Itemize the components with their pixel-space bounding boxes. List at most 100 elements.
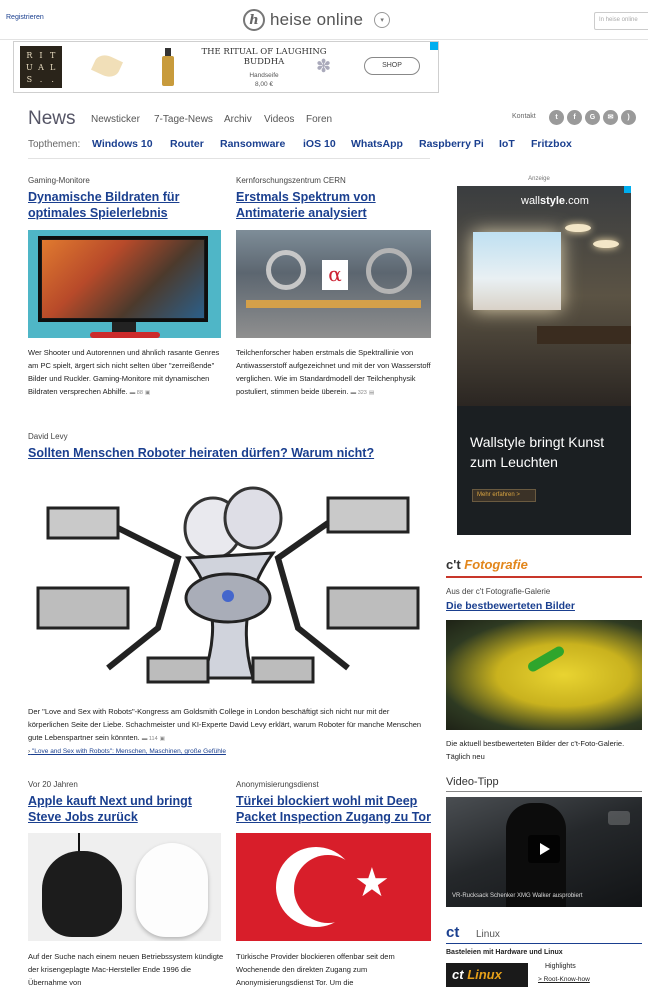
nav-newsticker[interactable]: Newsticker	[91, 114, 140, 125]
nav-7-tage-news[interactable]: 7-Tage-News	[154, 114, 213, 125]
related-link[interactable]: › "Love and Sex with Robots": Menschen, …	[28, 748, 226, 755]
badge-ct: ct	[452, 967, 464, 982]
googleplus-icon[interactable]: G	[585, 110, 600, 125]
gallery-icon: ▤	[368, 390, 375, 396]
leaf-image	[90, 51, 124, 81]
turkish-flag-image[interactable]: ★	[236, 833, 431, 941]
brand-part: .com	[565, 195, 589, 207]
ct-linux-desc: Basteleien mit Hardware und Linux	[446, 949, 563, 956]
nav-foren[interactable]: Foren	[306, 114, 332, 125]
contact-link[interactable]: Kontakt	[512, 113, 536, 120]
twitter-icon[interactable]: t	[549, 110, 564, 125]
cern-lab-image[interactable]: α	[236, 230, 431, 338]
comment-icon[interactable]: ▬	[142, 736, 149, 742]
logo-text: heise online	[270, 10, 364, 29]
topic-ransomware[interactable]: Ransomware	[220, 138, 285, 150]
topic-windows-10[interactable]: Windows 10	[92, 138, 153, 150]
highlights-label: Highlights	[545, 963, 576, 970]
plant-icon: ✽	[316, 56, 332, 76]
comment-count[interactable]: 114	[149, 736, 158, 742]
ct-foto-text: Die aktuell bestbewerteten Bilder der c'…	[446, 739, 625, 761]
robots-image[interactable]	[28, 468, 430, 698]
mouse-image[interactable]	[28, 833, 221, 941]
gaming-monitor-image[interactable]	[28, 230, 221, 338]
shop-button[interactable]: SHOP	[364, 57, 420, 75]
topic-ios-10[interactable]: iOS 10	[303, 138, 336, 150]
article-teaser: Teilchenforscher haben erstmals die Spek…	[236, 346, 432, 400]
ad-title: THE RITUAL OF LAUGHING BUDDHA	[201, 47, 327, 67]
divider	[446, 791, 642, 792]
ct-logo[interactable]: ct	[446, 924, 459, 941]
adchoices-icon[interactable]	[430, 42, 438, 50]
logo-letter: .	[51, 75, 54, 84]
article-kicker: Vor 20 Jahren	[28, 780, 78, 789]
teaser-text: Der "Love and Sex with Robots"-Kongress …	[28, 707, 422, 742]
root-know-how-link[interactable]: > Root-Know-how	[538, 976, 590, 983]
logo-letter: S	[26, 75, 33, 84]
ct-foto-title: Fotografie	[464, 557, 528, 572]
topic-router[interactable]: Router	[170, 138, 204, 150]
divider	[28, 158, 430, 159]
register-link[interactable]: Registrieren	[6, 14, 44, 21]
article-headline[interactable]: Sollten Menschen Roboter heiraten dürfen…	[28, 445, 428, 461]
article-headline[interactable]: Apple kauft Next und bringt Steve Jobs z…	[28, 793, 224, 825]
ad-cta-button[interactable]: Mehr erfahren >	[472, 489, 536, 502]
logo-letter: R	[26, 51, 33, 60]
section-title[interactable]: News	[28, 108, 76, 130]
ad-product-name: Handseife	[249, 72, 279, 79]
heise-logo[interactable]: h heise online ▾	[243, 7, 391, 33]
comment-count[interactable]: 88	[137, 390, 143, 396]
brand-part: wall	[521, 195, 540, 207]
topics-label: Topthemen:	[28, 139, 81, 150]
logo-letter: T	[49, 51, 56, 60]
chevron-right-icon: ›	[28, 748, 31, 755]
topic-iot[interactable]: IoT	[499, 138, 515, 150]
article-headline[interactable]: Türkei blockiert wohl mit Deep Packet In…	[236, 793, 432, 825]
ct-foto-kicker: Aus der c't Fotografie-Galerie	[446, 587, 551, 596]
article-headline[interactable]: Erstmals Spektrum von Antimaterie analys…	[236, 189, 426, 221]
adchoices-icon[interactable]	[624, 186, 631, 193]
topic-fritzbox[interactable]: Fritzbox	[531, 138, 572, 150]
rituals-logo: R I T U A L S . .	[20, 46, 62, 88]
facebook-icon[interactable]: f	[567, 110, 582, 125]
ad-product: Handseife 8,00 €	[194, 71, 334, 89]
comment-icon[interactable]: ▬	[351, 390, 358, 396]
robots-illustration	[28, 468, 430, 698]
article-teaser: Auf der Suche nach einem neuen Betriebss…	[28, 952, 224, 987]
lizard-photo[interactable]	[446, 620, 642, 730]
video-caption[interactable]: VR-Rucksack Schenker XMG Walker ausprobi…	[452, 893, 583, 899]
chevron-down-icon[interactable]: ▾	[374, 12, 391, 28]
sidebar-ad[interactable]	[457, 186, 631, 535]
ad-price: 8,00 €	[254, 81, 274, 88]
video-tipp-title: Video-Tipp	[446, 776, 499, 788]
teaser-text: Wer Shooter und Autorennen und ähnlich r…	[28, 348, 220, 396]
ct-linux-label[interactable]: Linux	[476, 929, 500, 940]
divider	[446, 943, 642, 944]
comment-count[interactable]: 323	[358, 390, 367, 396]
video-player[interactable]	[446, 797, 642, 907]
ct-foto-headline[interactable]: Die bestbewerteten Bilder	[446, 600, 575, 612]
camera-icon: ▣	[145, 390, 151, 396]
ct-linux-badge[interactable]: ct Linux	[446, 963, 528, 987]
brand-part: style	[539, 195, 566, 207]
rss-icon[interactable]: )	[621, 110, 636, 125]
badge-linux: Linux	[467, 967, 502, 982]
mail-icon[interactable]: ✉	[603, 110, 618, 125]
nav-archiv[interactable]: Archiv	[224, 114, 252, 125]
vr-icon	[608, 811, 630, 825]
divider	[446, 576, 642, 578]
article-headline[interactable]: Dynamische Bildraten für optimales Spiel…	[28, 189, 218, 221]
logo-letter: L	[50, 63, 56, 72]
search-input[interactable]: In heise online	[594, 12, 648, 30]
nav-videos[interactable]: Videos	[264, 114, 294, 125]
ad-banner[interactable]: R I T U A L S . . THE RITUAL OF LAUGHING…	[13, 41, 439, 93]
topic-whatsapp[interactable]: WhatsApp	[351, 138, 403, 150]
logo-letter: A	[38, 63, 44, 72]
related-link-text: "Love and Sex with Robots": Menschen, Ma…	[31, 748, 226, 755]
ct-fotografie-logo[interactable]: c't Fotografie	[446, 557, 528, 572]
play-icon[interactable]	[528, 835, 560, 863]
comment-icon[interactable]: ▬	[130, 390, 137, 396]
article-teaser: Wer Shooter und Autorennen und ähnlich r…	[28, 346, 224, 400]
article-kicker: Gaming-Monitore	[28, 176, 90, 185]
topic-raspberry-pi[interactable]: Raspberry Pi	[419, 138, 484, 150]
